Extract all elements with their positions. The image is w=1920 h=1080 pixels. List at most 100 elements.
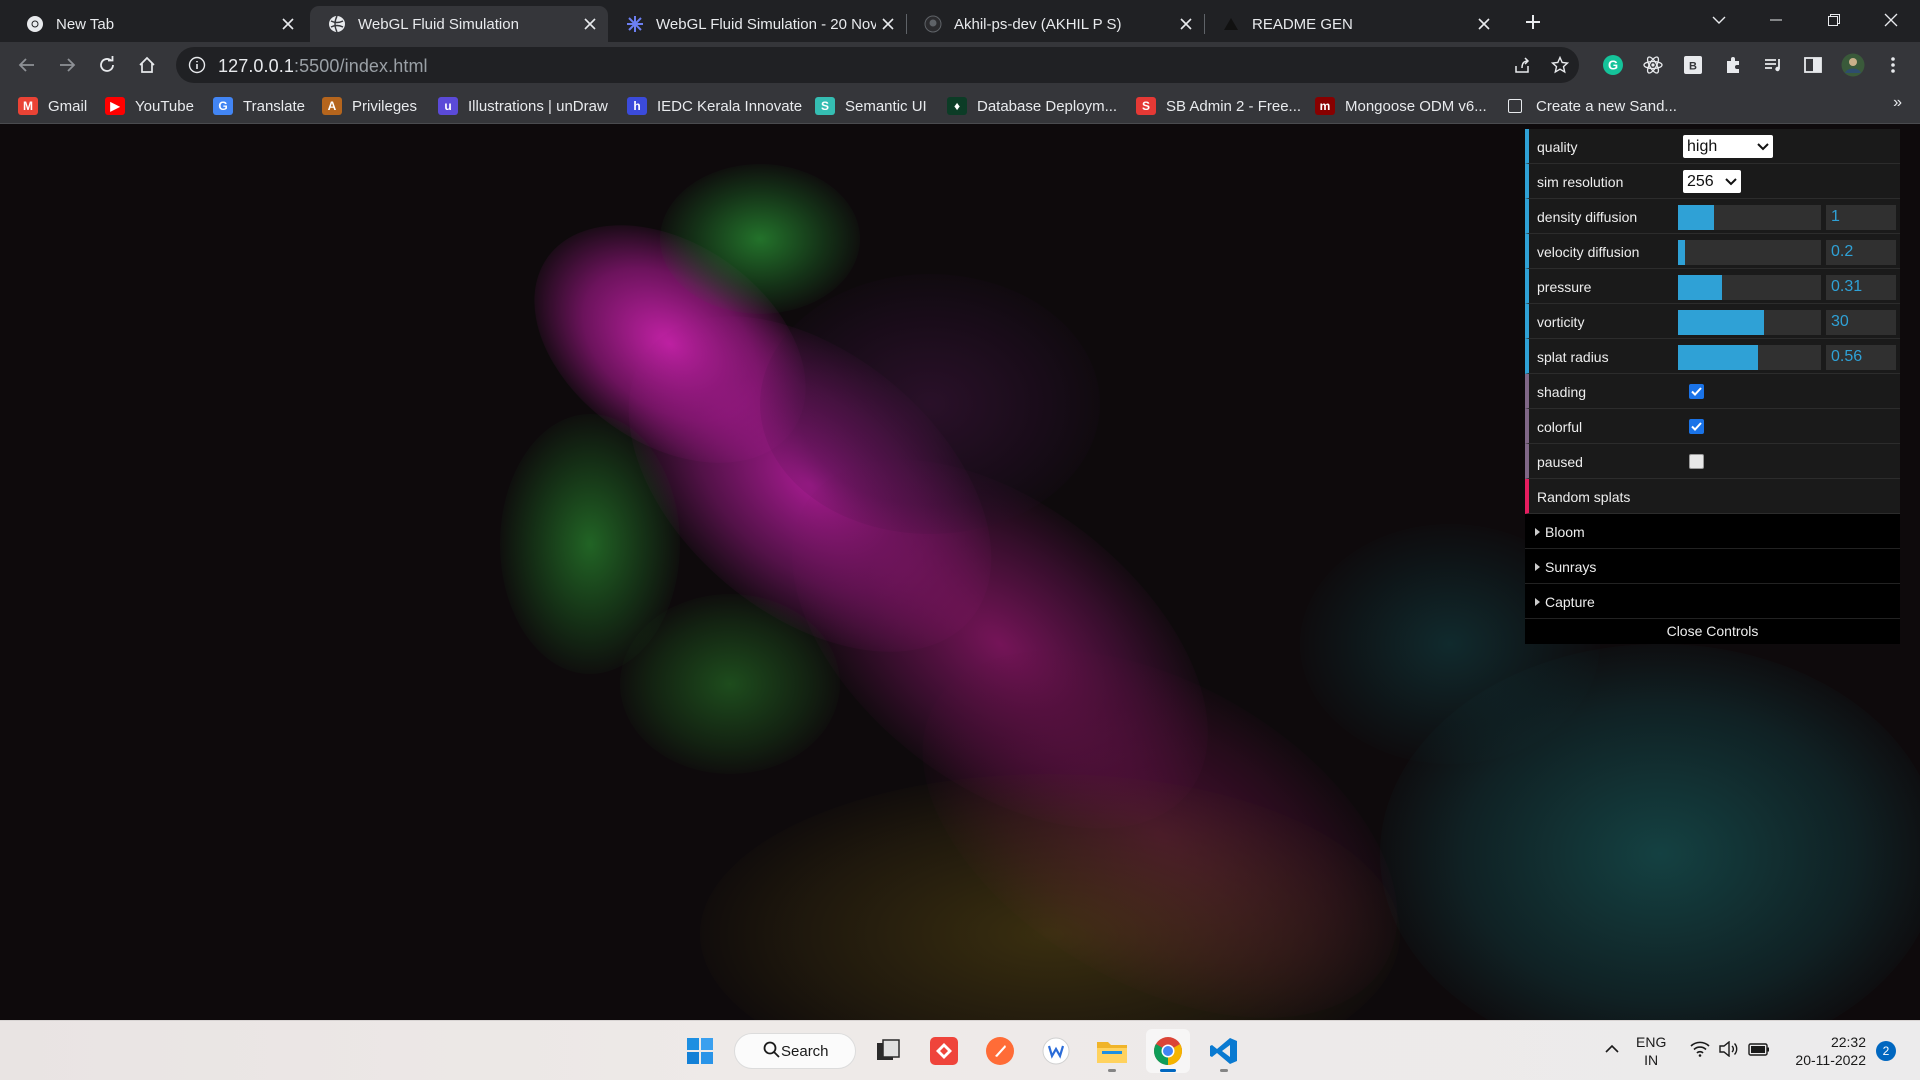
search-label: Search: [781, 1042, 829, 1060]
tab-webgl-fluid-simulation[interactable]: WebGL Fluid Simulation: [310, 6, 608, 42]
close-icon[interactable]: [276, 12, 300, 36]
share-icon[interactable]: [1510, 53, 1534, 77]
address-bar[interactable]: 127.0.0.1:5500/index.html: [176, 47, 1579, 83]
slider-value-input[interactable]: 1: [1826, 205, 1896, 230]
site-info-icon[interactable]: [188, 56, 206, 79]
url-text[interactable]: 127.0.0.1:5500/index.html: [218, 56, 428, 77]
slider-label: splat radius: [1537, 349, 1609, 365]
controls-panel: quality high sim resolution 256 density …: [1525, 129, 1900, 644]
folder-bloom[interactable]: Bloom: [1525, 514, 1900, 549]
close-icon[interactable]: [1472, 12, 1496, 36]
extensions-puzzle-icon[interactable]: [1720, 52, 1746, 78]
checkbox[interactable]: [1689, 419, 1704, 434]
bookmark-item[interactable]: m Mongoose ODM v6...: [1315, 93, 1487, 119]
chrome-icon: [26, 15, 44, 33]
bookmark-label: Illustrations | unDraw: [468, 97, 608, 115]
close-icon[interactable]: [1174, 12, 1198, 36]
slider-control: splat radius 0.56: [1525, 339, 1900, 374]
bookmark-item[interactable]: ♦ Database Deploym...: [947, 93, 1117, 119]
grammarly-icon[interactable]: G: [1600, 52, 1626, 78]
slider-track[interactable]: [1678, 345, 1821, 370]
bookmark-star-icon[interactable]: [1548, 53, 1572, 77]
bookmark-item[interactable]: Create a new Sand...: [1508, 93, 1677, 119]
globe-icon: [328, 15, 346, 33]
random-splats-button[interactable]: Random splats: [1525, 479, 1900, 514]
slider-value-input[interactable]: 0.2: [1826, 240, 1896, 265]
chrome-menu-icon[interactable]: [1880, 52, 1906, 78]
checkbox[interactable]: [1689, 454, 1704, 469]
slider-track[interactable]: [1678, 240, 1821, 265]
new-tab-button[interactable]: [1520, 9, 1546, 35]
slider-value-input[interactable]: 0.31: [1826, 275, 1896, 300]
sb-admin-icon: S: [1136, 97, 1156, 115]
forward-icon[interactable]: [52, 50, 82, 80]
file-explorer-icon[interactable]: [1090, 1029, 1134, 1073]
slider-track[interactable]: [1678, 205, 1821, 230]
windows-start-icon[interactable]: [678, 1029, 722, 1073]
close-controls-button[interactable]: Close Controls: [1525, 619, 1900, 644]
window-close-icon[interactable]: [1868, 0, 1914, 40]
checkbox-label: shading: [1537, 384, 1587, 400]
checkbox[interactable]: [1689, 384, 1704, 399]
battery-icon[interactable]: [1748, 1041, 1770, 1062]
chevron-up-icon[interactable]: [1604, 1041, 1620, 1062]
folder-sunrays[interactable]: Sunrays: [1525, 549, 1900, 584]
notification-badge[interactable]: 2: [1876, 1041, 1896, 1061]
browser-toolbar: 127.0.0.1:5500/index.html G B: [0, 42, 1920, 88]
bookmark-item[interactable]: S Semantic UI: [815, 93, 927, 119]
bootstrap-ext-icon[interactable]: B: [1680, 52, 1706, 78]
tab-new-tab[interactable]: New Tab: [8, 6, 306, 42]
tab-search-chevron-icon[interactable]: [1696, 0, 1742, 40]
bookmarks-overflow-icon[interactable]: »: [1893, 94, 1902, 112]
bookmark-label: Semantic UI: [845, 97, 927, 115]
bookmark-item[interactable]: u Illustrations | unDraw: [438, 93, 608, 119]
slider-value-input[interactable]: 0.56: [1826, 345, 1896, 370]
bookmark-item[interactable]: ▶ YouTube: [105, 93, 194, 119]
back-icon[interactable]: [12, 50, 42, 80]
close-icon[interactable]: [578, 12, 602, 36]
wifi-icon[interactable]: [1690, 1041, 1710, 1062]
bookmark-label: Translate: [243, 97, 305, 115]
close-icon[interactable]: [876, 12, 900, 36]
semantic-ui-icon: S: [815, 97, 835, 115]
tab-label: Akhil-ps-dev (AKHIL P S): [954, 15, 1122, 33]
slider-fill: [1678, 310, 1764, 335]
minimize-icon[interactable]: [1753, 0, 1799, 40]
tab-label: WebGL Fluid Simulation - 20 Nov: [656, 15, 876, 33]
bookmark-item[interactable]: M Gmail: [18, 93, 87, 119]
side-panel-icon[interactable]: [1800, 52, 1826, 78]
app-store-icon[interactable]: [1034, 1029, 1078, 1073]
fluid-plume: [760, 274, 1100, 534]
postman-icon[interactable]: [978, 1029, 1022, 1073]
taskbar-search[interactable]: Search: [734, 1033, 856, 1069]
slider-track[interactable]: [1678, 310, 1821, 335]
profile-avatar[interactable]: [1840, 52, 1866, 78]
translate-icon: G: [213, 97, 233, 115]
task-view-icon[interactable]: [866, 1029, 910, 1073]
bookmark-label: Database Deploym...: [977, 97, 1118, 115]
slider-track[interactable]: [1678, 275, 1821, 300]
bookmark-item[interactable]: S SB Admin 2 - Free...: [1136, 93, 1301, 119]
volume-icon[interactable]: [1719, 1040, 1739, 1062]
language-indicator[interactable]: ENG IN: [1636, 1033, 1666, 1069]
bookmark-item[interactable]: G Translate: [213, 93, 305, 119]
anydesk-icon[interactable]: [922, 1029, 966, 1073]
slider-fill: [1678, 205, 1714, 230]
sim-resolution-select[interactable]: 256: [1683, 170, 1741, 193]
react-devtools-icon[interactable]: [1640, 52, 1666, 78]
tab-github-profile[interactable]: Akhil-ps-dev (AKHIL P S): [906, 6, 1205, 42]
chrome-taskbar-icon[interactable]: [1146, 1029, 1190, 1073]
tab-webgl-fluid-simulation-20nov[interactable]: WebGL Fluid Simulation - 20 Nov: [608, 6, 907, 42]
home-icon[interactable]: [132, 50, 162, 80]
slider-value-input[interactable]: 30: [1826, 310, 1896, 335]
reload-icon[interactable]: [92, 50, 122, 80]
restore-icon[interactable]: [1811, 0, 1857, 40]
bookmark-item[interactable]: h IEDC Kerala Innovate: [627, 93, 802, 119]
folder-capture[interactable]: Capture: [1525, 584, 1900, 619]
vscode-icon[interactable]: [1202, 1029, 1246, 1073]
tab-readme-gen[interactable]: README GEN: [1204, 6, 1502, 42]
quality-select[interactable]: high: [1683, 135, 1773, 158]
bookmark-item[interactable]: A Privileges: [322, 93, 417, 119]
system-clock[interactable]: 22:32 20-11-2022: [1786, 1033, 1866, 1069]
media-queue-icon[interactable]: [1760, 52, 1786, 78]
